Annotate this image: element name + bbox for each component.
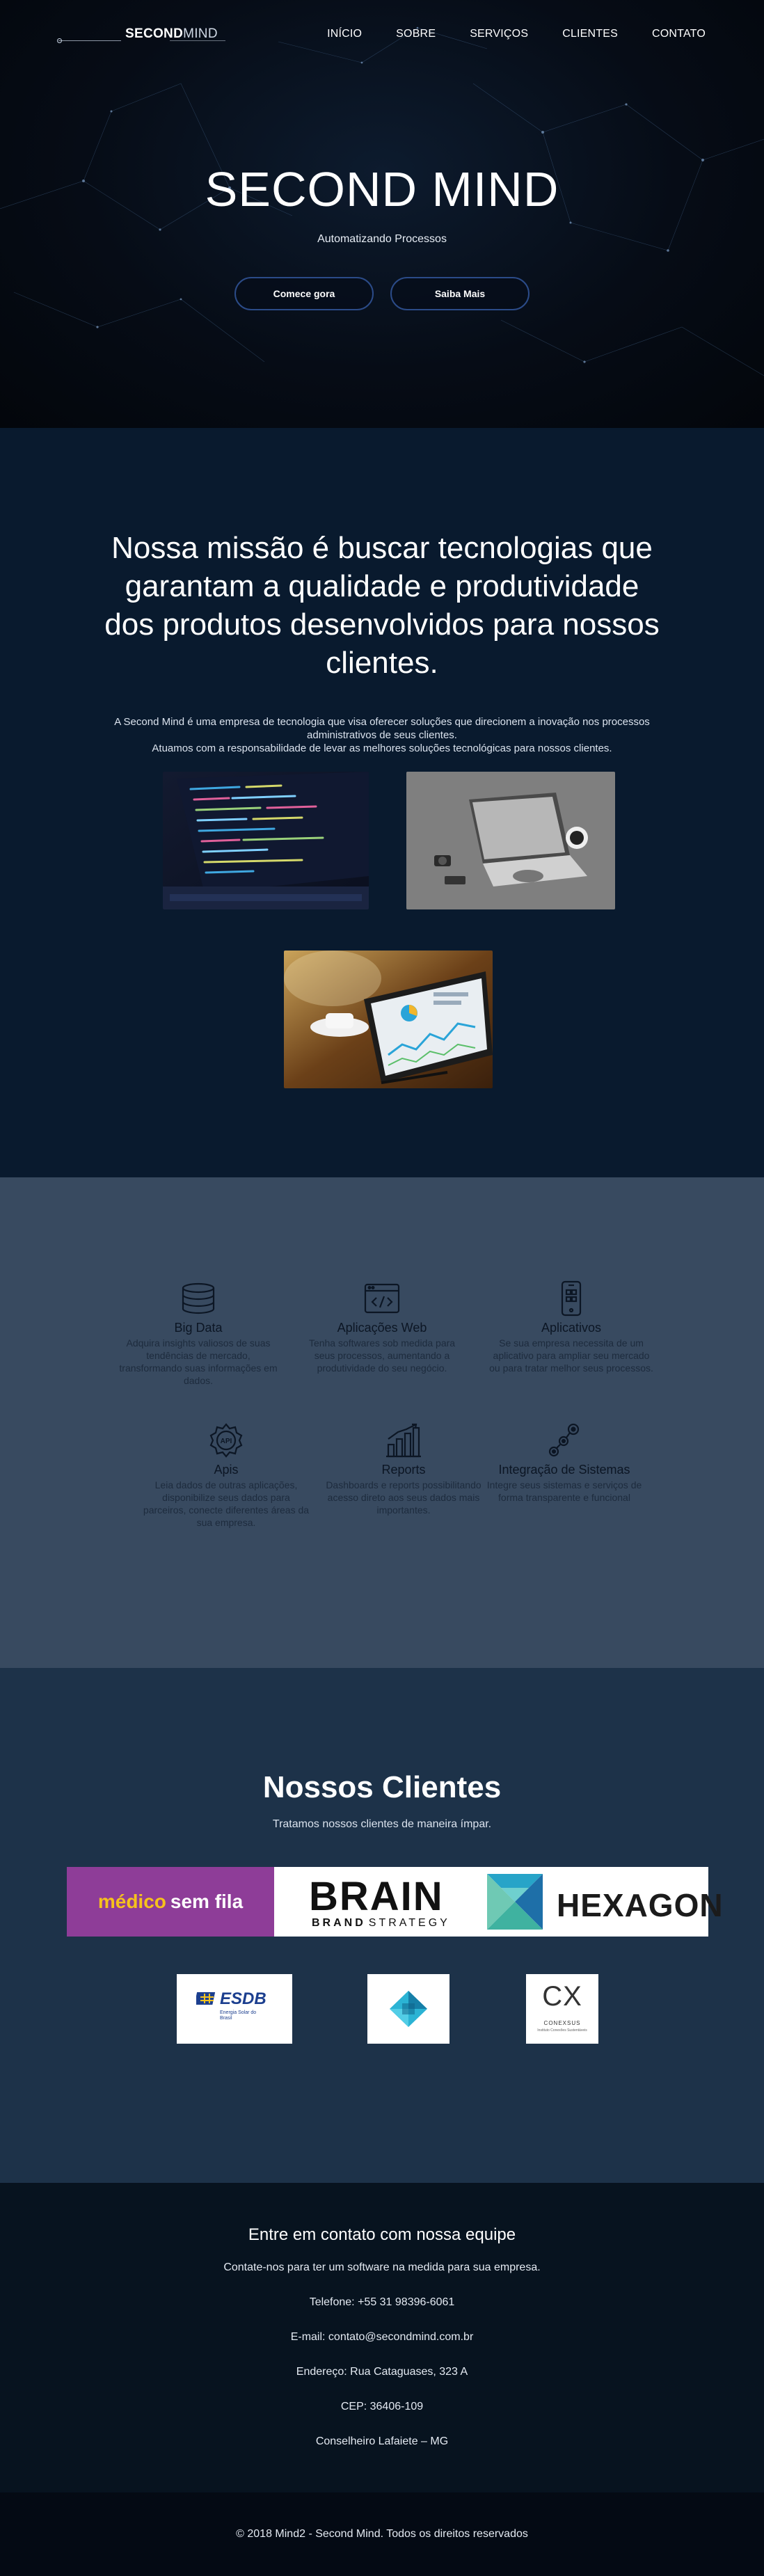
start-button[interactable]: Comece gora	[234, 277, 374, 310]
logo-sem-fila-text: sem fila	[170, 1891, 244, 1912]
service-title: Apis	[214, 1463, 239, 1477]
nav-item-sobre[interactable]: SOBRE	[396, 28, 436, 40]
logo-conexsus-subtitle: Instituto Conexões Sustentáveis	[537, 2028, 587, 2033]
database-icon	[177, 1280, 219, 1317]
top-navigation: SECONDMIND INÍCIO SOBRE SERVIÇOS CLIENTE…	[0, 0, 764, 70]
logo-text-strong: SECOND	[125, 26, 184, 41]
logo-line-left	[58, 40, 121, 41]
code-window-icon	[361, 1280, 403, 1317]
contact-city: Conselheiro Lafaiete – MG	[315, 2435, 449, 2447]
service-title: Reports	[381, 1463, 426, 1477]
logo-brand-text: BRAND	[312, 1917, 366, 1929]
hero-subtitle: Automatizando Processos	[317, 233, 447, 245]
hero-section: SECONDMIND INÍCIO SOBRE SERVIÇOS CLIENTE…	[0, 0, 764, 428]
smartphone-icon	[550, 1280, 592, 1317]
client-logo-diamond[interactable]	[367, 1974, 449, 2044]
diamond-logo-icon	[390, 1991, 427, 2027]
logo-strategy-text: STRATEGY	[368, 1917, 450, 1929]
contact-email[interactable]: E-mail: contato@secondmind.com.br	[0, 2331, 764, 2344]
service-title: Aplicativos	[541, 1321, 602, 1335]
clients-subtitle: Tratamos nossos clientes de maneira ímpa…	[272, 1818, 492, 1830]
service-description: Dashboards e reports possibilitando aces…	[326, 1479, 482, 1516]
hero-title: SECOND MIND	[205, 162, 559, 216]
integration-icon	[543, 1422, 585, 1458]
contact-address: Endereço: Rua Cataguases, 323 A	[296, 2366, 468, 2378]
mission-heading: Nossa missão é buscar tecnologias que ga…	[104, 531, 660, 680]
hexagon-mark-icon	[487, 1874, 543, 1930]
service-web-apps: Aplicações Web Tenha softwares sob medid…	[288, 1280, 476, 1374]
nav-item-servicos[interactable]: SERVIÇOS	[470, 28, 528, 40]
client-logos-strip: médico sem fila BRAIN BRAND STRATEGY HEXAG…	[67, 1867, 723, 1937]
service-title: Aplicações Web	[337, 1321, 427, 1335]
code-laptop-photo	[163, 772, 369, 909]
nav-item-contato[interactable]: CONTATO	[652, 28, 706, 40]
logo-text-light: MIND	[183, 26, 218, 41]
api-gear-icon: API	[205, 1422, 247, 1458]
logo-medico-text: médico	[97, 1891, 166, 1912]
service-big-data: Big Data Adquira insights valiosos de su…	[104, 1280, 292, 1387]
contact-title: Entre em contato com nossa equipe	[248, 2225, 516, 2244]
learn-more-button[interactable]: Saiba Mais	[390, 277, 530, 310]
service-description: Leia dados de outras aplicações, disponi…	[143, 1479, 310, 1528]
service-title: Integração de Sistemas	[498, 1463, 630, 1477]
service-description: Se sua empresa necessita de um aplicativ…	[489, 1337, 653, 1374]
services-section: Big Data Adquira insights valiosos de su…	[0, 1177, 764, 1668]
service-apis: API Apis Leia dados de outras aplicações…	[132, 1422, 320, 1529]
esdb-sun-icon	[196, 1992, 216, 2005]
hero-buttons: Comece gora Saiba Mais	[0, 277, 764, 310]
client-logo-brain[interactable]: BRAIN BRAND STRATEGY	[274, 1867, 483, 1937]
laptop-desk-photo	[406, 772, 615, 909]
logo-brain-text: BRAIN	[309, 1874, 444, 1919]
logo-esdb-subtitle: Energia Solar do Brasil	[220, 2010, 257, 2021]
client-logo-medico-sem-fila[interactable]: médico sem fila	[67, 1867, 274, 1937]
client-logo-hexagon[interactable]: HEXAGON	[483, 1867, 723, 1937]
contact-phone[interactable]: Telefone: +55 31 98396-6061	[0, 2296, 764, 2309]
service-description: Integre seus sistemas e serviços de form…	[486, 1479, 642, 1503]
mission-paragraph-1: A Second Mind é uma empresa de tecnologi…	[114, 716, 650, 741]
contact-intro: Contate-nos para ter um software na medi…	[223, 2261, 541, 2273]
contact-cep: CEP: 36406-109	[340, 2401, 424, 2412]
clients-title: Nossos Clientes	[262, 1770, 502, 1804]
client-logo-esdb[interactable]: ESDB Energia Solar do Brasil	[177, 1974, 292, 2044]
mission-paragraph-2: Atuamos com a responsabilidade de levar …	[152, 742, 612, 754]
tablet-charts-photo	[284, 951, 493, 1088]
mission-section: Nossa missão é buscar tecnologias que ga…	[0, 428, 764, 1177]
svg-text:API: API	[221, 1438, 232, 1445]
nav-item-inicio[interactable]: INÍCIO	[327, 28, 362, 40]
service-description: Tenha softwares sob medida para seus pro…	[308, 1337, 456, 1374]
logo-conexsus-mark: CX	[542, 1981, 582, 2012]
logo-text: SECONDMIND	[125, 26, 218, 42]
service-reports: Reports Dashboards e reports possibilita…	[310, 1422, 498, 1516]
contact-section: Entre em contato com nossa equipe Contat…	[0, 2183, 764, 2492]
main-menu: INÍCIO SOBRE SERVIÇOS CLIENTES CONTATO	[293, 28, 706, 40]
logo-hexagon-text: HEXAGON	[557, 1887, 724, 1923]
service-description: Adquira insights valiosos de suas tendên…	[119, 1337, 278, 1386]
logo-conexsus-text: CONEXSUS	[543, 2020, 581, 2026]
logo-line-right	[170, 40, 225, 41]
service-integration: Integração de Sistemas Integre seus sist…	[470, 1422, 658, 1504]
service-title: Big Data	[174, 1321, 223, 1335]
clients-section: Nossos Clientes Tratamos nossos clientes…	[0, 1668, 764, 2183]
bar-chart-icon	[383, 1422, 424, 1458]
nav-item-clientes[interactable]: CLIENTES	[562, 28, 618, 40]
copyright-text: © 2018 Mind2 - Second Mind. Todos os dir…	[236, 2528, 528, 2540]
service-mobile-apps: Aplicativos Se sua empresa necessita de …	[477, 1280, 665, 1374]
client-logo-conexsus[interactable]: CX CONEXSUS Instituto Conexões Sustentáv…	[526, 1974, 598, 2044]
footer: © 2018 Mind2 - Second Mind. Todos os dir…	[0, 2492, 764, 2576]
logo-esdb-text: ESDB	[220, 1989, 266, 2008]
